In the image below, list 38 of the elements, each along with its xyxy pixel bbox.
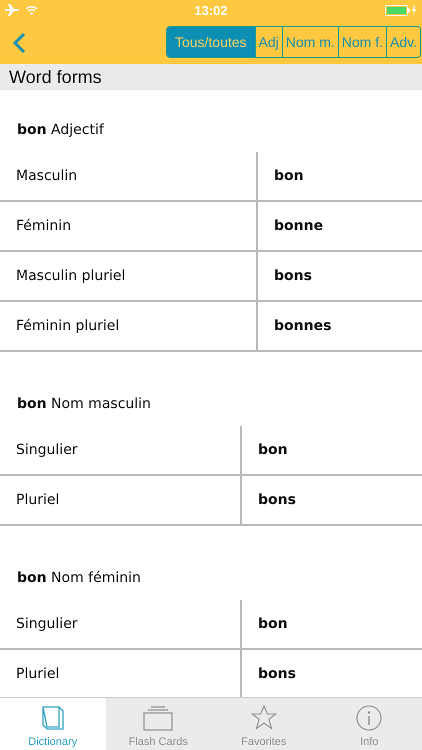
battery-icon <box>385 4 417 16</box>
form-label: Féminin pluriel <box>16 318 120 334</box>
cards-icon <box>143 705 174 731</box>
airplane-icon <box>5 4 19 16</box>
back-icon[interactable] <box>12 32 26 54</box>
segment-tab[interactable]: Adj <box>254 27 282 57</box>
segment-tab[interactable]: Nom m. <box>282 27 338 57</box>
segment-tab[interactable]: Tous/toutes <box>166 27 255 57</box>
status-time: 13:02 <box>194 2 228 18</box>
wifi-icon <box>25 5 38 15</box>
segment-tab[interactable]: Adv. <box>386 27 420 57</box>
word-form: bon <box>258 442 288 458</box>
info-icon <box>356 705 382 731</box>
word-form: bonne <box>274 218 324 234</box>
star-icon <box>250 705 277 731</box>
group-heading: bon Nom masculin <box>16 396 152 414</box>
tab-bar-item[interactable]: Dictionary <box>0 698 106 750</box>
tab-bar-item[interactable]: Favorites <box>211 698 316 750</box>
form-label: Pluriel <box>16 666 60 682</box>
word-form: bon <box>258 616 288 632</box>
word-form: bon <box>274 168 304 184</box>
tab-bar-item[interactable]: Flash Cards <box>106 698 211 750</box>
form-label: Pluriel <box>16 492 60 508</box>
word-form: bons <box>258 666 296 682</box>
word-form: bons <box>274 268 312 284</box>
form-label: Masculin pluriel <box>16 268 126 284</box>
form-label: Singulier <box>16 616 78 632</box>
group-heading: bon Nom féminin <box>16 570 142 588</box>
form-label: Féminin <box>16 218 72 234</box>
form-label: Masculin <box>16 168 78 184</box>
tab-bar-item[interactable]: Info <box>316 698 422 750</box>
word-form: bons <box>258 492 296 508</box>
book-icon <box>40 705 65 731</box>
group-heading: bon Adjectif <box>16 122 105 140</box>
word-form: bonnes <box>274 318 332 334</box>
form-label: Singulier <box>16 442 78 458</box>
segment-tab[interactable]: Nom f. <box>338 27 386 57</box>
section-title: Word forms <box>9 66 102 88</box>
